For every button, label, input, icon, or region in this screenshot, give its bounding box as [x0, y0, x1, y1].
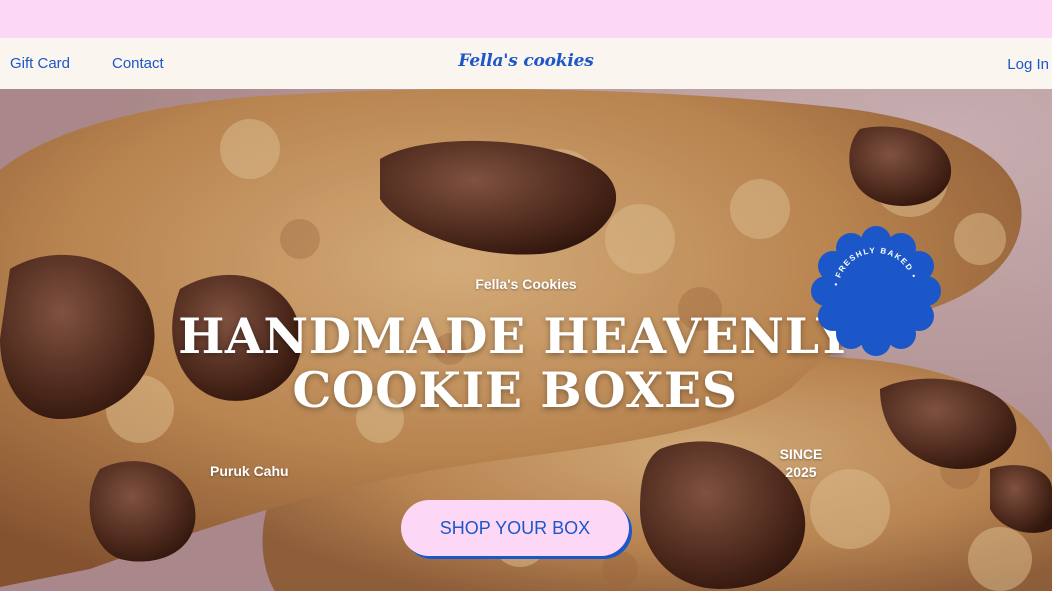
login-link[interactable]: Log In	[1007, 56, 1049, 73]
since-word: SINCE	[779, 446, 823, 462]
top-banner-strip	[0, 0, 1052, 38]
headline-line-1: HANDMADE HEAVENLY	[178, 307, 852, 365]
since-label: SINCE 2025	[770, 445, 832, 481]
top-navbar: Gift Card Contact Fella's cookies Log In	[0, 38, 1052, 89]
site-logo[interactable]: Fella's cookies	[0, 51, 1052, 71]
hero-section: Fella's Cookies HANDMADE HEAVENLY COOKIE…	[0, 89, 1052, 591]
location-label: Puruk Cahu	[210, 463, 289, 479]
shop-your-box-button[interactable]: SHOP YOUR BOX	[401, 500, 629, 556]
headline-line-2: COOKIE BOXES	[292, 361, 738, 419]
freshly-baked-badge: • FRESHLY BAKED •	[811, 226, 941, 356]
since-year: 2025	[785, 464, 817, 480]
